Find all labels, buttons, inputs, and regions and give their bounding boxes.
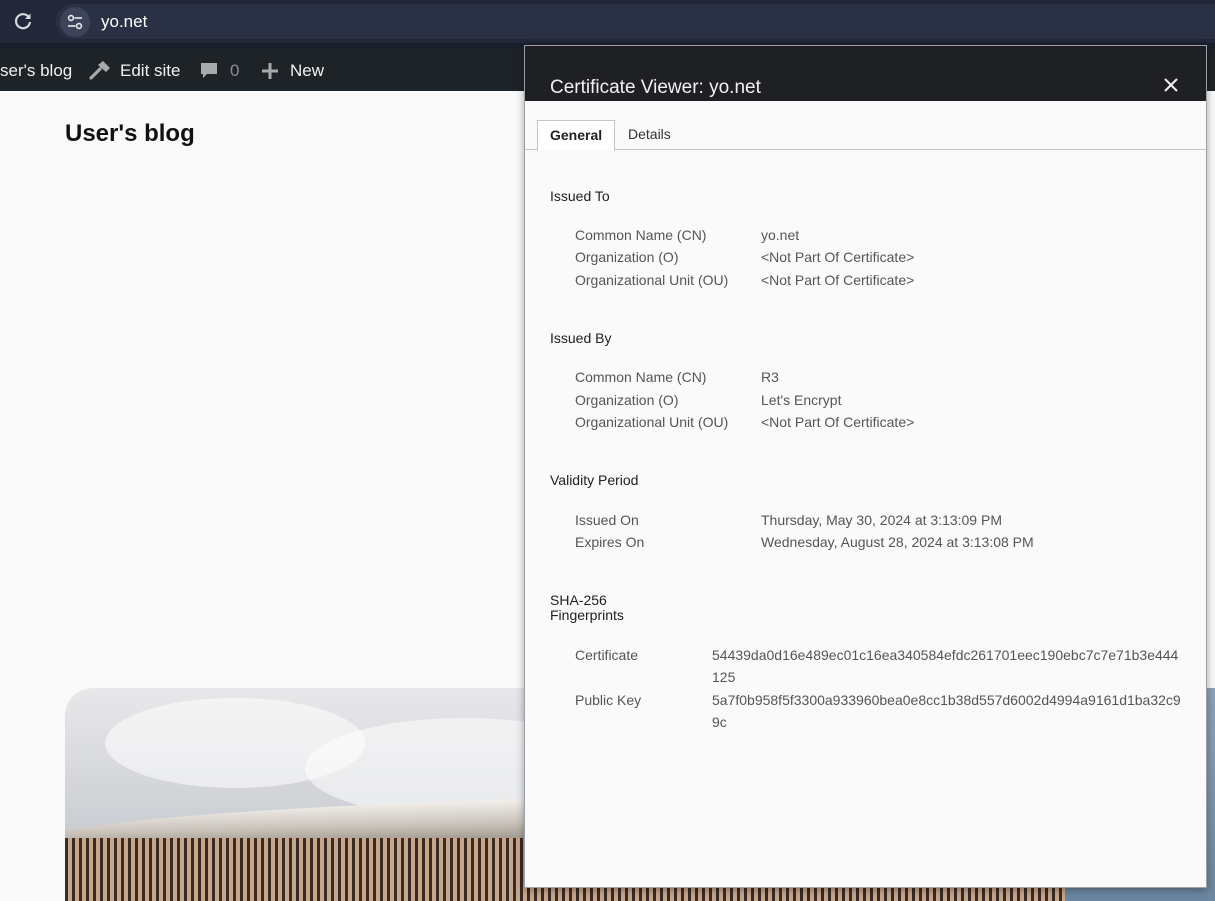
certificate-viewer-dialog: Certificate Viewer: yo.net General Detai… [524,45,1207,888]
hammer-icon[interactable] [88,59,112,86]
issued-to-ou-value: <Not Part Of Certificate> [761,272,915,288]
comments-count[interactable]: 0 [230,61,239,81]
admin-site-name-link[interactable]: ser's blog [0,61,72,81]
issued-on-value: Thursday, May 30, 2024 at 3:13:09 PM [761,512,1002,528]
certificate-fingerprint-label: Certificate [575,647,639,663]
validity-heading: Validity Period [550,472,639,488]
issued-by-o-label: Organization (O) [575,392,679,408]
fingerprints-heading-line1: SHA-256 [550,592,607,608]
tab-details[interactable]: Details [616,120,683,148]
issued-by-cn-label: Common Name (CN) [575,369,707,385]
close-icon[interactable] [1160,74,1182,96]
comment-bubble-icon[interactable] [199,61,219,86]
issued-by-heading: Issued By [550,330,612,346]
tune-icon[interactable] [60,7,90,37]
plus-icon[interactable] [261,62,279,85]
dialog-header: Certificate Viewer: yo.net [525,46,1206,101]
public-key-fingerprint-label: Public Key [575,692,642,708]
issued-by-ou-value: <Not Part Of Certificate> [761,414,915,430]
issued-by-ou-label: Organizational Unit (OU) [575,414,729,430]
issued-on-label: Issued On [575,512,639,528]
edit-site-link[interactable]: Edit site [120,61,180,81]
public-key-fingerprint-value: 5a7f0b958f5f3300a933960bea0e8cc1b38d557d… [712,692,1181,730]
tab-general[interactable]: General [537,120,616,151]
site-title[interactable]: User's blog [65,120,195,148]
url-text[interactable]: yo.net [101,12,147,32]
issued-to-ou-label: Organizational Unit (OU) [575,272,729,288]
issued-by-o-value: Let's Encrypt [761,392,842,408]
certificate-fingerprint-value: 54439da0d16e489ec01c16ea340584efdc261701… [712,647,1179,685]
dialog-tabs: General Details [525,120,1206,151]
expires-on-label: Expires On [575,534,645,550]
issued-to-cn-value: yo.net [761,227,800,243]
browser-toolbar: yo.net [0,0,1215,43]
issued-to-o-label: Organization (O) [575,249,679,265]
expires-on-value: Wednesday, August 28, 2024 at 3:13:08 PM [761,534,1034,550]
issued-to-o-value: <Not Part Of Certificate> [761,249,915,265]
issued-to-cn-label: Common Name (CN) [575,227,707,243]
dialog-title: Certificate Viewer: yo.net [550,77,761,98]
reload-icon[interactable] [12,11,34,33]
issued-to-heading: Issued To [550,188,610,204]
new-content-link[interactable]: New [290,61,324,81]
issued-by-cn-value: R3 [761,369,779,385]
fingerprints-heading-line2: Fingerprints [550,607,624,623]
address-bar[interactable]: yo.net [56,4,1215,39]
